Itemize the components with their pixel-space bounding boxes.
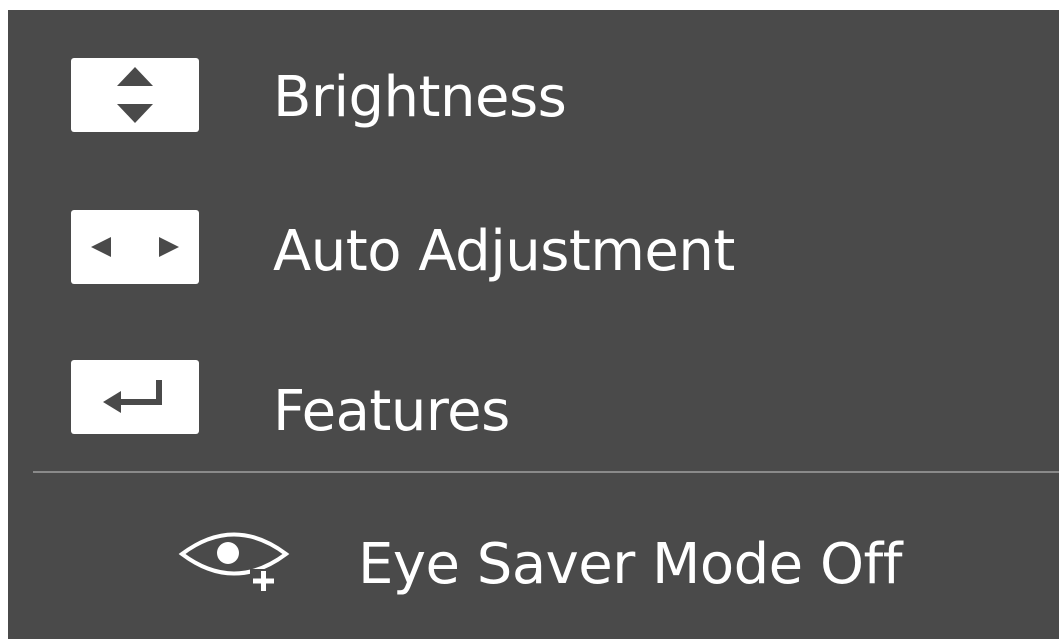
up-down-arrows-icon xyxy=(71,58,199,132)
menu-item-label: Auto Adjustment xyxy=(273,219,735,284)
menu-item-label: Features xyxy=(273,379,510,444)
eye-saver-mode-item[interactable]: Eye Saver Mode Off xyxy=(8,525,1059,605)
eye-saver-icon xyxy=(176,529,294,595)
left-right-arrows-icon xyxy=(71,210,199,284)
eye-saver-label: Eye Saver Mode Off xyxy=(358,532,902,597)
menu-item-brightness[interactable]: Brightness xyxy=(8,58,1059,138)
osd-menu-panel: Brightness Auto Adjustment Features Eye … xyxy=(8,10,1059,639)
menu-item-label: Brightness xyxy=(273,65,567,130)
enter-return-icon xyxy=(71,360,199,434)
menu-item-features[interactable]: Features xyxy=(8,360,1059,444)
menu-item-auto-adjustment[interactable]: Auto Adjustment xyxy=(8,210,1059,290)
menu-divider xyxy=(33,471,1059,473)
